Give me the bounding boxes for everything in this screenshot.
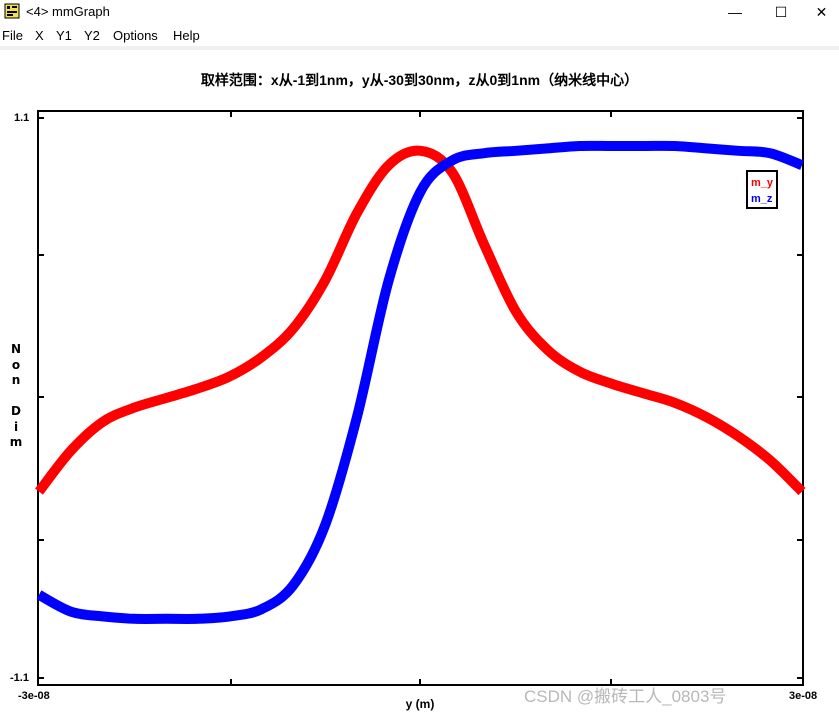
y-tick-label-top: 1.1 [14, 112, 30, 124]
series-line-m-z [36, 140, 804, 624]
x-tick-label-right: 3e-08 [789, 690, 818, 702]
x-tick-label-left: -3e-08 [18, 690, 50, 702]
y-tick-label-bottom: -1.1 [10, 672, 29, 684]
legend: m_y m_z [746, 170, 778, 209]
legend-entry-m-y: m_y [751, 177, 774, 189]
legend-entry-m-z: m_z [751, 193, 773, 205]
watermark-text: CSDN @搬砖工人_0803号 [524, 687, 727, 706]
plot-canvas [35, 112, 806, 684]
y-axis-label: N o n D i m [9, 342, 23, 449]
x-axis-label: y (m) [405, 697, 435, 711]
